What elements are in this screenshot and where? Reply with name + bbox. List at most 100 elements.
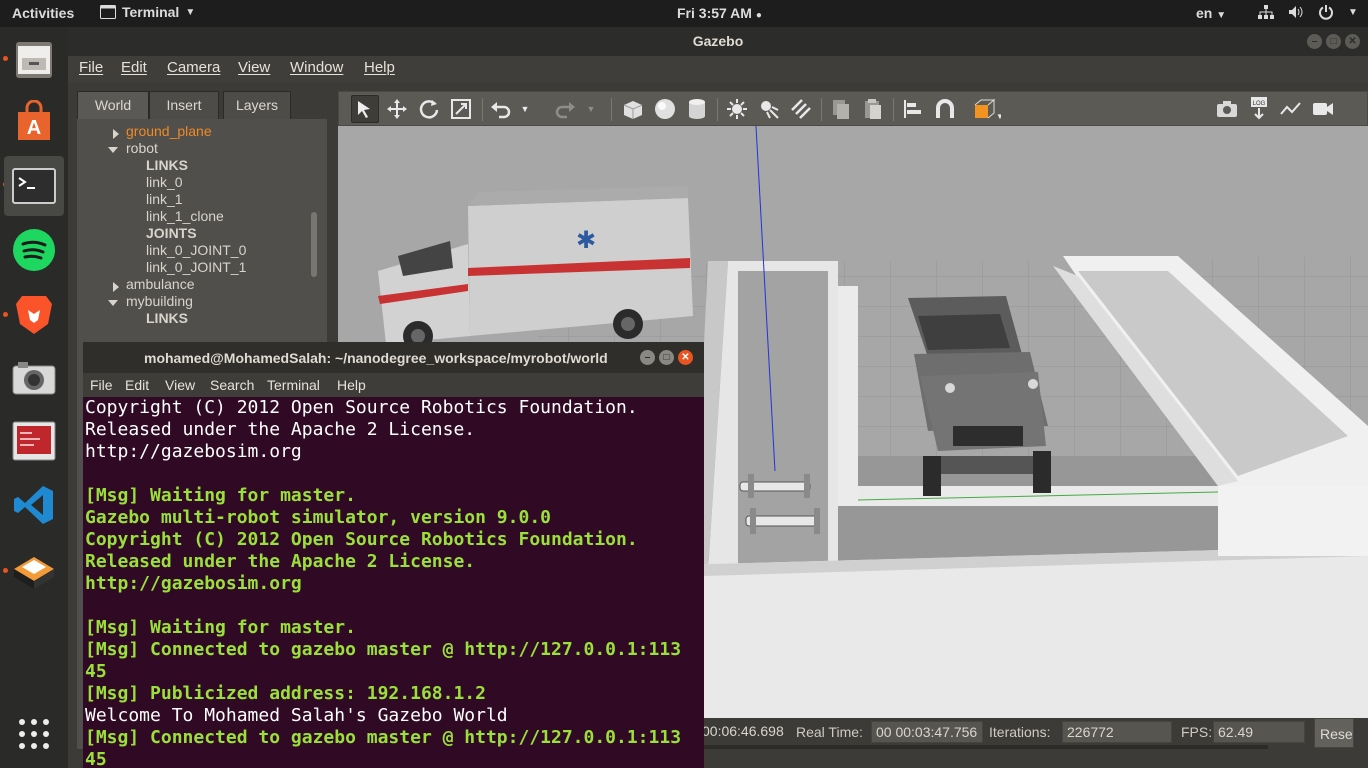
terminal-line: [Msg] Connected to gazebo master @ http:…: [85, 639, 682, 660]
term-menu-search[interactable]: Search: [210, 377, 254, 393]
scale-mode-button[interactable]: [447, 95, 475, 123]
tab-layers[interactable]: Layers: [223, 91, 291, 119]
dock-sublime[interactable]: [4, 539, 64, 599]
terminal-line: 45: [85, 749, 107, 768]
close-button[interactable]: ✕: [678, 350, 693, 365]
terminal-line: http://gazebosim.org: [85, 441, 302, 462]
gazebo-titlebar[interactable]: Gazebo – □ ✕: [68, 27, 1368, 56]
real-time-value: 00 00:03:47.756: [871, 721, 983, 743]
tree-item-robot[interactable]: robot: [126, 140, 158, 156]
menu-file[interactable]: File: [79, 59, 103, 76]
plot-button[interactable]: [1277, 95, 1305, 123]
collapse-arrow-icon[interactable]: [108, 147, 118, 153]
undo-history-button[interactable]: ▼: [517, 95, 533, 123]
chevron-down-icon: ▼: [185, 6, 196, 18]
terminal-line: Released under the Apache 2 License.: [85, 551, 476, 572]
menu-window[interactable]: Window: [290, 59, 343, 76]
point-light-button[interactable]: [723, 95, 751, 123]
tree-item-joint-1[interactable]: link_0_JOINT_1: [146, 259, 246, 275]
maximize-button[interactable]: □: [659, 350, 674, 365]
minimize-button[interactable]: –: [640, 350, 655, 365]
terminal-menubar: File Edit View Search Terminal Help: [83, 373, 704, 397]
toolbar-separator: [482, 98, 483, 121]
reset-button[interactable]: Reset: [1314, 718, 1354, 748]
dock-vscode[interactable]: [4, 475, 64, 535]
term-menu-help[interactable]: Help: [337, 377, 366, 393]
tree-scrollbar[interactable]: [311, 212, 317, 277]
redo-button[interactable]: [551, 95, 579, 123]
collapse-arrow-icon[interactable]: [108, 300, 118, 306]
dock-show-apps[interactable]: [4, 704, 64, 764]
term-menu-file[interactable]: File: [90, 377, 113, 393]
screenshot-button[interactable]: [1213, 95, 1241, 123]
clock[interactable]: Fri 3:57 AM ●: [677, 5, 762, 21]
term-menu-edit[interactable]: Edit: [125, 377, 149, 393]
term-menu-view[interactable]: View: [165, 377, 195, 393]
dock-software[interactable]: A: [4, 92, 64, 152]
activities-button[interactable]: Activities: [12, 5, 74, 21]
spot-light-button[interactable]: [755, 95, 783, 123]
select-mode-button[interactable]: [351, 95, 379, 123]
tab-world[interactable]: World: [77, 91, 149, 119]
align-icon: [904, 100, 921, 118]
align-button[interactable]: [899, 95, 927, 123]
undo-icon: [491, 102, 511, 119]
dock-files[interactable]: [4, 30, 64, 90]
snap-button[interactable]: [931, 95, 959, 123]
tab-insert[interactable]: Insert: [149, 91, 219, 119]
minimize-button[interactable]: –: [1307, 34, 1322, 49]
dock-brave[interactable]: [4, 284, 64, 344]
tree-item-ambulance[interactable]: ambulance: [126, 276, 195, 292]
paste-icon: [865, 99, 881, 119]
expand-arrow-icon[interactable]: [113, 282, 119, 292]
dock-terminal[interactable]: [4, 156, 64, 216]
cylinder-shape-button[interactable]: [683, 95, 711, 123]
copy-button[interactable]: [827, 95, 855, 123]
system-tray[interactable]: ▼: [1258, 4, 1358, 20]
dock-spotify[interactable]: [4, 220, 64, 280]
redo-history-button[interactable]: ▼: [583, 95, 599, 123]
tree-item-mybuilding[interactable]: mybuilding: [126, 293, 193, 309]
tree-item-joint-0[interactable]: link_0_JOINT_0: [146, 242, 246, 258]
tree-item-link-1-clone[interactable]: link_1_clone: [146, 208, 224, 224]
term-menu-terminal[interactable]: Terminal: [267, 377, 320, 393]
terminal-line: [Msg] Waiting for master.: [85, 617, 356, 638]
copy-icon: [833, 100, 849, 119]
menu-edit[interactable]: Edit: [121, 59, 147, 76]
redo-icon: [555, 102, 575, 119]
dock-app[interactable]: [4, 411, 64, 471]
maximize-button[interactable]: □: [1326, 34, 1341, 49]
translate-mode-button[interactable]: [383, 95, 411, 123]
fps-value: 62.49: [1213, 721, 1305, 743]
terminal-titlebar[interactable]: mohamed@MohamedSalah: ~/nanodegree_works…: [83, 342, 704, 373]
rotate-mode-button[interactable]: [415, 95, 443, 123]
record-video-button[interactable]: [1309, 95, 1337, 123]
menu-view[interactable]: View: [238, 59, 270, 76]
toolbar-separator: [893, 98, 894, 121]
terminal-output[interactable]: Copyright (C) 2012 Open Source Robotics …: [85, 397, 704, 768]
tree-item-ground-plane[interactable]: ground_plane: [126, 123, 212, 139]
tree-item-link-0[interactable]: link_0: [146, 174, 183, 190]
close-button[interactable]: ✕: [1345, 34, 1360, 49]
app-menu[interactable]: Terminal ▼: [100, 4, 195, 20]
directional-light-button[interactable]: [787, 95, 815, 123]
directional-light-icon: [791, 99, 811, 119]
menu-help[interactable]: Help: [364, 59, 395, 76]
terminal-line: 45: [85, 661, 107, 682]
language-indicator[interactable]: en ▼: [1196, 5, 1226, 21]
log-button[interactable]: LOG: [1245, 95, 1273, 123]
expand-arrow-icon[interactable]: [113, 129, 119, 139]
undo-button[interactable]: [487, 95, 515, 123]
terminal-line: [Msg] Publicized address: 192.168.1.2: [85, 683, 486, 704]
menu-camera[interactable]: Camera: [167, 59, 220, 76]
dock-camera[interactable]: [4, 348, 64, 408]
video-camera-icon: [1313, 103, 1333, 115]
paste-button[interactable]: [859, 95, 887, 123]
svg-text:▼: ▼: [996, 112, 1001, 120]
view-angle-button[interactable]: ▼: [969, 95, 1005, 123]
tree-item-link-1[interactable]: link_1: [146, 191, 183, 207]
box-shape-button[interactable]: [619, 95, 647, 123]
sphere-shape-button[interactable]: [651, 95, 679, 123]
